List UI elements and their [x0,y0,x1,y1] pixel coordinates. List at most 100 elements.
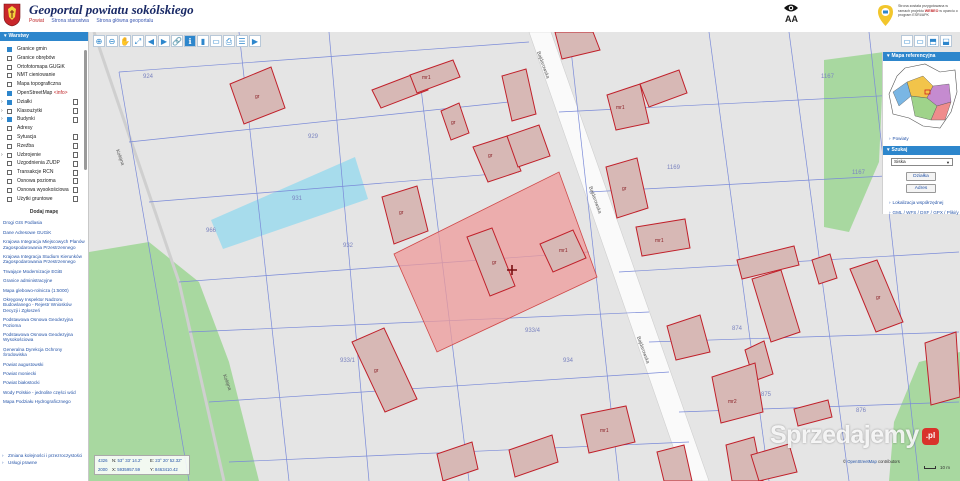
back-icon[interactable]: ◀ [145,35,157,47]
layer-item[interactable]: Adresy [0,124,88,133]
add-map-service-link[interactable]: Powiat moniecki [0,369,88,378]
print-icon[interactable]: ⎙ [223,35,235,47]
layer-checkbox[interactable] [7,196,12,202]
layer-item[interactable]: Transakcje RCN [0,168,88,177]
reference-map-header[interactable]: ▾ Mapa referencyjna [883,52,960,61]
add-map-service-link[interactable]: Wody Polskie - jednolite części wód [0,388,88,397]
map-view[interactable]: 924 929 931 932 933/4 934 1169 1167 933/… [89,32,960,481]
legal-services-link[interactable]: › Usługi prawne [0,459,88,466]
add-map-service-link[interactable]: Podstawowa Osnowa Geodezyjna Pozioma [0,315,88,330]
layout-right-icon[interactable]: ⬓ [940,35,952,47]
layers-icon[interactable]: ☰ [236,35,248,47]
layer-item[interactable]: Granice obrębów [0,54,88,63]
search-select[interactable]: Siska ▼ [891,158,953,166]
add-map-service-link[interactable]: Granice administracyjne [0,276,88,285]
search-header[interactable]: ▾ Szukaj [883,146,960,155]
gml-import-link[interactable]: › GML / WFS / DXF / GPX / Pliki/y [889,210,959,215]
layout-panel-icon[interactable]: ▭ [914,35,926,47]
layer-legend-icon[interactable] [73,196,78,203]
layer-checkbox[interactable] [7,143,12,149]
layer-checkbox[interactable] [7,82,12,88]
add-map-service-link[interactable]: Dane Adresowe GUGiK [0,228,88,237]
layer-legend-icon[interactable] [73,160,78,167]
layer-item[interactable]: OpenStreetMap <info> [0,89,88,98]
osm-link[interactable]: OpenStreetMap [847,459,877,464]
layer-checkbox[interactable] [7,178,12,184]
layer-item[interactable]: Rzeźba [0,142,88,151]
layer-item[interactable]: › Uzbrojenie [0,151,88,160]
layers-panel-header[interactable]: ▾ Warstwy [0,32,88,41]
layer-order-link[interactable]: › Zmiana kolejności i przezroczystości [0,452,88,459]
map-canvas[interactable]: 924 929 931 932 933/4 934 1169 1167 933/… [89,32,960,481]
link-powiat[interactable]: Powiat [29,18,44,24]
measure-icon[interactable]: ▭ [210,35,222,47]
zoom-out-icon[interactable]: ⊖ [106,35,118,47]
layer-item[interactable]: › Klasoużytki [0,107,88,116]
sidebar-scrollbar[interactable] [84,50,87,170]
layer-legend-icon[interactable] [73,99,78,106]
layer-item[interactable]: Uzgodnienia ZUDP [0,159,88,168]
layer-checkbox[interactable] [7,47,12,52]
video-icon[interactable]: ▶ [249,35,261,47]
expand-chevron-icon[interactable]: › [1,151,3,160]
layer-item[interactable]: › Działki [0,98,88,107]
link-icon[interactable]: 🔗 [171,35,183,47]
layer-checkbox[interactable] [7,126,12,132]
pan-icon[interactable]: ✋ [119,35,131,47]
add-map-service-link[interactable]: Krajowa Integracja Miejscowych Planów Za… [0,237,88,252]
layer-checkbox[interactable] [7,152,12,158]
layer-legend-icon[interactable] [73,152,78,159]
layer-legend-icon[interactable] [73,143,78,150]
layer-legend-icon[interactable] [73,187,78,194]
expand-chevron-icon[interactable]: › [1,98,3,107]
layer-legend-icon[interactable] [73,116,78,123]
add-map-service-link[interactable]: Okręgowy Inspektor Nadzoru Budowlanego -… [0,295,88,315]
layer-checkbox[interactable] [7,134,12,140]
reference-map[interactable] [885,62,959,132]
crs-2000-label[interactable]: 2000 [98,467,108,472]
powiaty-link[interactable]: › Powiaty [889,136,909,141]
expand-chevron-icon[interactable]: › [1,115,3,124]
zoom-extent-icon[interactable]: ⤢ [132,35,144,47]
add-map-service-link[interactable]: Generalna Dyrekcja Ochrony Środowiska [0,345,88,360]
add-map-service-link[interactable]: Drogi GIS Podlasia [0,218,88,227]
layer-checkbox[interactable] [7,108,12,114]
layer-item[interactable]: Sytuacja [0,133,88,142]
add-map-service-link[interactable]: Powiat białostocki [0,378,88,387]
layer-item[interactable]: › Budynki [0,115,88,124]
layer-legend-icon[interactable] [73,169,78,176]
zoom-in-icon[interactable]: ⊕ [93,35,105,47]
add-map-service-link[interactable]: Powiat augustowski [0,360,88,369]
layer-checkbox[interactable] [7,64,12,70]
font-size-icon[interactable]: AA [785,14,798,24]
info-icon[interactable]: ℹ [184,35,196,47]
layer-checkbox[interactable] [7,99,12,105]
search-address-button[interactable]: Adres [906,184,936,193]
layer-item[interactable]: Mapa topograficzna [0,80,88,89]
add-map-service-link[interactable]: Podstawowa Osnowa Geodezyjna Wysokościow… [0,330,88,345]
layer-checkbox[interactable] [7,90,12,96]
layer-legend-icon[interactable] [73,134,78,141]
link-starostwo[interactable]: Strona starostwa [51,18,89,24]
link-geoportal-home[interactable]: Strona główna geoportalu [96,18,153,24]
layer-info-link[interactable]: <info> [54,90,68,96]
layer-checkbox[interactable] [7,117,12,123]
layer-item[interactable]: Osnowa pozioma [0,177,88,186]
layer-checkbox[interactable] [7,73,12,79]
layer-item[interactable]: Granice gmin [0,45,88,54]
layer-item[interactable]: NMT cieniowanie [0,71,88,80]
add-map-service-link[interactable]: Mapa glebowo-rolnicza (1:5000) [0,286,88,295]
forward-icon[interactable]: ▶ [158,35,170,47]
coordinate-location-link[interactable]: › Lokalizacja współrzędnej [889,200,943,205]
search-parcel-button[interactable]: Działka [906,172,936,181]
add-map-service-link[interactable]: Trwające Modernizacje EGiB [0,267,88,276]
layer-checkbox[interactable] [7,187,12,193]
layout-single-icon[interactable]: ▭ [901,35,913,47]
crs-wgs-label[interactable]: 4326 [98,458,108,463]
layout-left-icon[interactable]: ⬒ [927,35,939,47]
layer-item[interactable]: Użytki gruntowe [0,195,88,204]
add-map-service-link[interactable]: Mapa Podziału Hydrograficznego [0,397,88,406]
layer-item[interactable]: Osnowa wysokościowa [0,186,88,195]
expand-chevron-icon[interactable]: › [1,107,3,116]
legend-icon[interactable]: ▮ [197,35,209,47]
